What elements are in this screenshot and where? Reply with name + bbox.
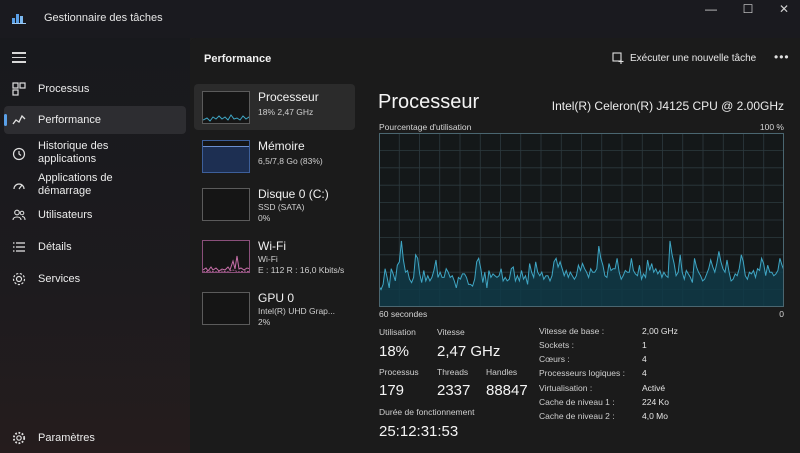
vitesse-label: Vitesse [437, 327, 465, 337]
prop-key: Vitesse de base : [539, 326, 605, 336]
task-manager-logo-icon [12, 14, 26, 24]
device-name: GPU 0 [258, 291, 295, 305]
device-detail: 6,5/7,8 Go (83%) [258, 156, 323, 166]
device-detail: E : 112 R : 16,0 Kbits/s [258, 265, 345, 275]
prop-key: Cœurs : [539, 354, 570, 364]
maximize-button[interactable]: ☐ [733, 2, 763, 16]
graph-label-usage: Pourcentage d'utilisation [379, 122, 472, 132]
device-name: Disque 0 (C:) [258, 187, 329, 201]
sidebar-item-label: Détails [38, 241, 72, 253]
device-detail: Wi-Fi [258, 254, 278, 264]
prop-key: Cache de niveau 1 : [539, 397, 615, 407]
sidebar-item-label: Processus [38, 83, 90, 95]
uptime-label: Durée de fonctionnement [379, 407, 475, 417]
sidebar-item-label: Performance [38, 114, 101, 126]
utilisation-value: 18% [379, 343, 410, 360]
prop-value: 1 [642, 340, 647, 350]
prop-value: 4 [642, 368, 647, 378]
graph-label-max: 100 % [759, 122, 784, 132]
processes-icon [12, 82, 26, 96]
new-task-icon [612, 52, 624, 64]
handles-label: Handles [486, 367, 518, 377]
prop-value: Activé [642, 383, 666, 393]
gpu-thumbnail-graph [202, 292, 250, 325]
prop-value: 4 [642, 354, 647, 364]
processus-label: Processus [379, 367, 419, 377]
detail-title: Processeur [378, 91, 480, 113]
utilisation-label: Utilisation [379, 327, 416, 337]
services-icon [12, 272, 26, 286]
prop-value: 224 Ko [642, 397, 669, 407]
gear-icon [12, 431, 26, 445]
run-new-task-button[interactable]: Exécuter une nouvelle tâche [612, 52, 756, 64]
device-detail: 0% [258, 213, 271, 223]
close-button[interactable]: ✕ [769, 2, 799, 16]
more-options-button[interactable]: ••• [774, 50, 790, 64]
processus-value: 179 [379, 382, 405, 399]
prop-key: Sockets : [539, 340, 574, 350]
main-panel: Performance Exécuter une nouvelle tâche … [190, 38, 800, 453]
details-icon [13, 242, 25, 252]
sidebar-item-parametres[interactable]: Paramètres [4, 424, 186, 452]
performance-icon [12, 114, 26, 125]
device-detail: 18% 2,47 GHz [258, 107, 314, 117]
sidebar-item-details[interactable]: Détails [4, 233, 186, 261]
sidebar-item-label: Applications de démarrage [38, 172, 113, 197]
run-new-task-label: Exécuter une nouvelle tâche [630, 52, 757, 64]
cpu-usage-graph [379, 133, 784, 307]
vitesse-value: 2,47 GHz [437, 343, 501, 360]
prop-key: Virtualisation : [539, 383, 593, 393]
device-item-memoire[interactable]: Mémoire 6,5/7,8 Go (83%) [194, 133, 355, 179]
uptime-value: 25:12:31:53 [379, 423, 459, 440]
sidebar-item-performance[interactable]: Performance [4, 106, 186, 134]
sidebar-item-label: Services [38, 273, 81, 285]
users-icon [12, 209, 26, 221]
threads-label: Threads [437, 367, 469, 377]
device-name: Mémoire [258, 139, 305, 153]
disk-thumbnail-graph [202, 188, 250, 221]
handles-value: 88847 [486, 382, 528, 399]
graph-label-zero: 0 [779, 309, 784, 319]
device-detail: 2% [258, 317, 271, 327]
device-item-gpu[interactable]: GPU 0 Intel(R) UHD Grap... 2% [194, 285, 355, 331]
sidebar-item-label: Paramètres [38, 432, 95, 444]
device-detail: SSD (SATA) [258, 202, 305, 212]
cpu-thumbnail-graph [202, 91, 250, 124]
prop-value: 2,00 GHz [642, 326, 678, 336]
sidebar-item-label: Historique des applications [38, 140, 109, 165]
prop-key: Processeurs logiques : [539, 368, 625, 378]
sidebar-item-utilisateurs[interactable]: Utilisateurs [4, 201, 186, 229]
cpu-model: Intel(R) Celeron(R) J4125 CPU @ 2.00GHz [551, 99, 784, 113]
sidebar-item-processus[interactable]: Processus [4, 75, 186, 103]
memory-thumbnail-graph [202, 140, 250, 173]
device-item-processeur[interactable]: Processeur 18% 2,47 GHz [194, 84, 355, 130]
startup-icon [13, 183, 25, 190]
device-item-disque[interactable]: Disque 0 (C:) SSD (SATA) 0% [194, 181, 355, 227]
threads-value: 2337 [437, 382, 471, 399]
title-bar: Gestionnaire des tâches — ☐ ✕ [0, 0, 800, 38]
device-detail: Intel(R) UHD Grap... [258, 306, 335, 316]
prop-value: 4,0 Mo [642, 411, 668, 421]
history-icon [12, 147, 26, 161]
sidebar-item-services[interactable]: Services [4, 265, 186, 293]
wifi-thumbnail-graph [202, 240, 250, 273]
main-header: Performance Exécuter une nouvelle tâche … [190, 38, 800, 78]
sidebar-item-label: Utilisateurs [38, 209, 93, 221]
prop-key: Cache de niveau 2 : [539, 411, 615, 421]
graph-label-duration: 60 secondes [379, 309, 428, 319]
device-item-wifi[interactable]: Wi-Fi Wi-Fi E : 112 R : 16,0 Kbits/s [194, 233, 355, 279]
device-name: Processeur [258, 90, 319, 104]
sidebar: Processus Performance Historique des app… [0, 38, 190, 453]
page-title: Performance [204, 53, 272, 65]
device-name: Wi-Fi [258, 239, 286, 253]
app-title: Gestionnaire des tâches [44, 12, 163, 24]
sidebar-item-demarrage[interactable]: Applications de démarrage [4, 170, 186, 202]
minimize-button[interactable]: — [696, 2, 726, 16]
sidebar-item-historique[interactable]: Historique des applications [4, 138, 186, 170]
hamburger-menu-icon[interactable] [12, 52, 26, 64]
